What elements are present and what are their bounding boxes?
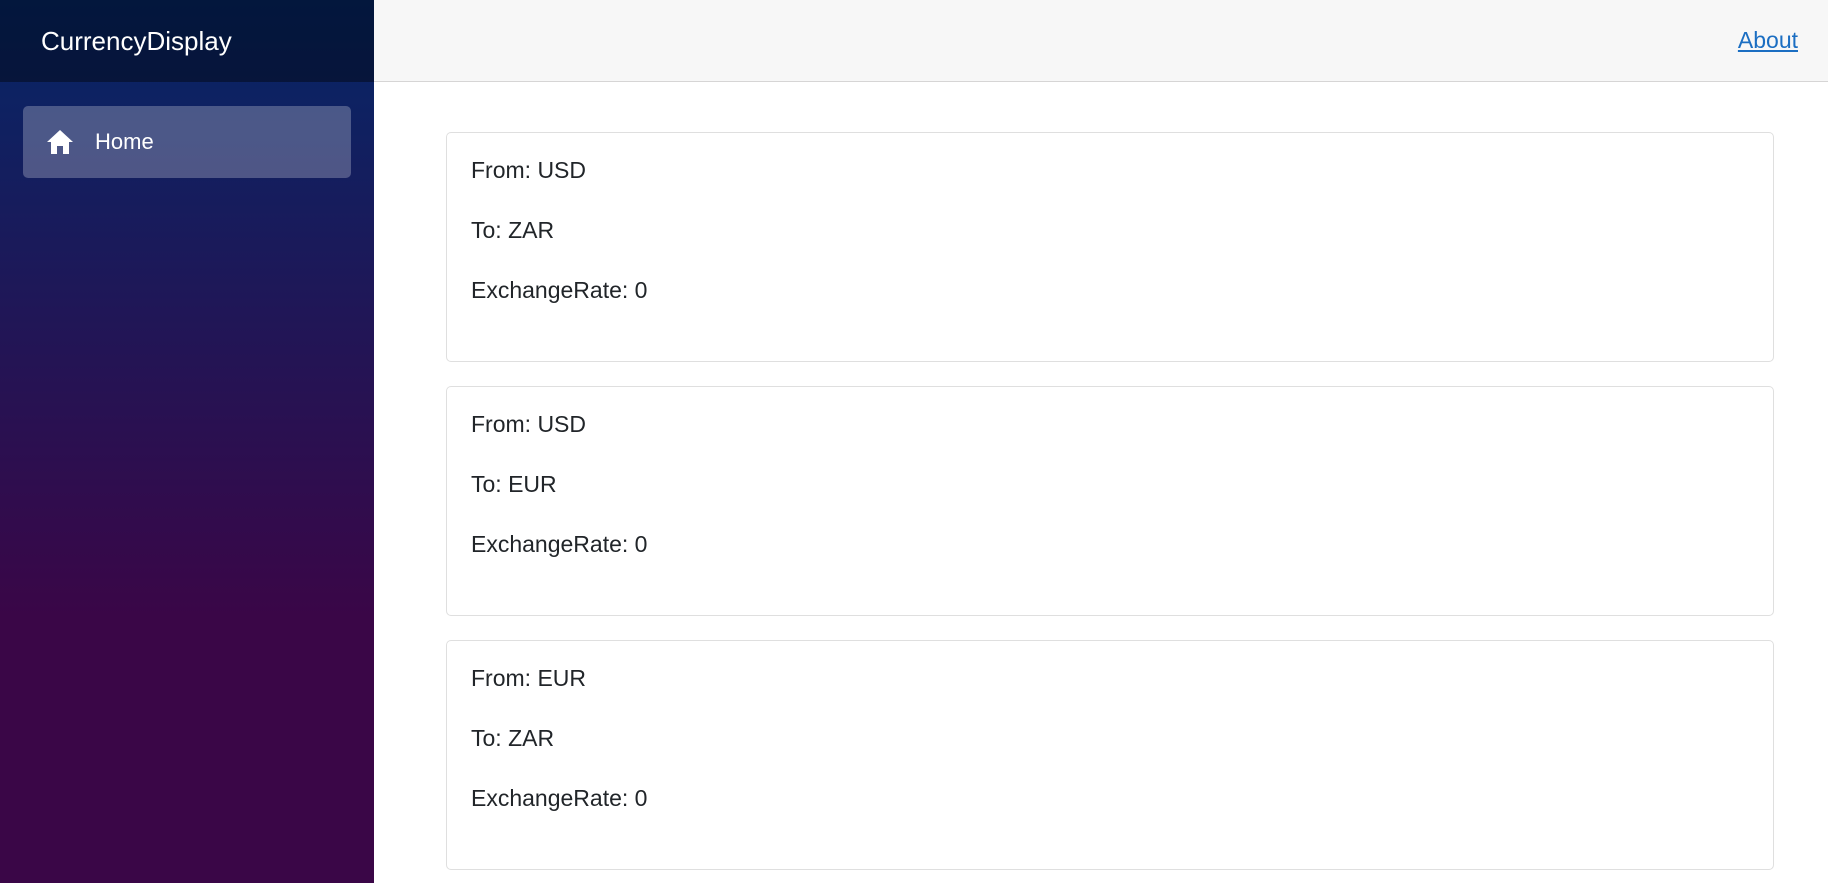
- to-text: To: ZAR: [471, 725, 555, 751]
- app-root: CurrencyDisplay Home About From: USD To:…: [0, 0, 1828, 883]
- rate-text: ExchangeRate: 0: [471, 531, 648, 557]
- rate-text: ExchangeRate: 0: [471, 785, 648, 811]
- home-icon: [45, 127, 75, 157]
- nav-menu: Home: [0, 82, 374, 178]
- main-area: About From: USD To: ZAR ExchangeRate: 0 …: [374, 0, 1828, 883]
- from-text: From: USD: [471, 411, 586, 437]
- brand-link[interactable]: CurrencyDisplay: [41, 26, 232, 57]
- sidebar-item-label: Home: [95, 129, 154, 154]
- about-link[interactable]: About: [1738, 27, 1798, 54]
- brand-bar: CurrencyDisplay: [0, 0, 374, 82]
- rate-card: From: USD To: EUR ExchangeRate: 0: [446, 386, 1774, 616]
- top-bar: About: [374, 0, 1828, 82]
- sidebar: CurrencyDisplay Home: [0, 0, 374, 883]
- rate-card: From: USD To: ZAR ExchangeRate: 0: [446, 132, 1774, 362]
- sidebar-item-home[interactable]: Home: [23, 106, 351, 178]
- from-text: From: USD: [471, 157, 586, 183]
- rate-card: From: EUR To: ZAR ExchangeRate: 0: [446, 640, 1774, 870]
- from-text: From: EUR: [471, 665, 586, 691]
- to-text: To: EUR: [471, 471, 557, 497]
- content: From: USD To: ZAR ExchangeRate: 0 From: …: [374, 82, 1828, 870]
- rate-text: ExchangeRate: 0: [471, 277, 648, 303]
- to-text: To: ZAR: [471, 217, 555, 243]
